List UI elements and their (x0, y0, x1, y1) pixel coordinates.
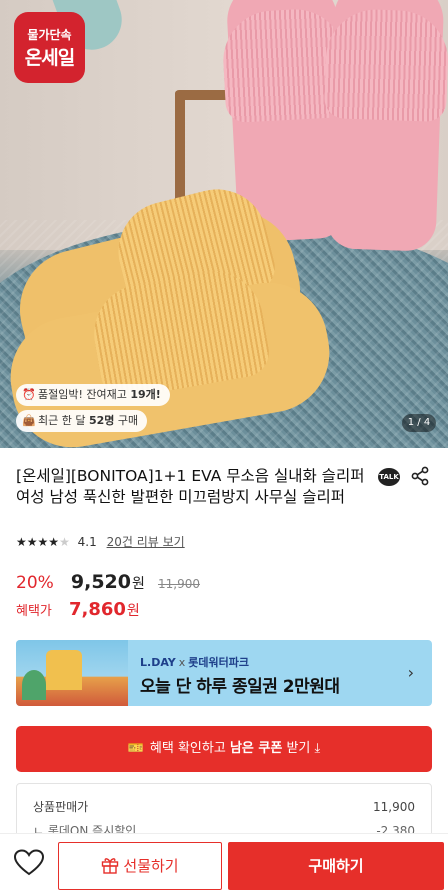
onsale-logo: 물가단속 온세일 (14, 12, 85, 83)
banner-brand: L.DAY x 롯데워터파크 (140, 654, 249, 670)
star-icon: ★ (48, 535, 60, 549)
bottom-action-bar: 선물하기 구매하기 (0, 833, 448, 893)
recent-purchase-prefix: 최근 한 달 (38, 414, 89, 427)
low-stock-count: 19개! (130, 388, 161, 401)
low-stock-text: 품절임박! 잔여재고 (38, 388, 131, 401)
breakdown-row: 상품판매가 11,900 (33, 798, 415, 816)
coupon-bold: 남은 쿠폰 (229, 741, 283, 756)
recent-purchase-suffix: 구매 (114, 414, 139, 427)
logo-title: 온세일 (24, 47, 75, 69)
share-icon[interactable] (411, 466, 429, 486)
benefit-price-unit: 원 (126, 603, 140, 619)
benefit-price-row: 혜택가 7,860원 (16, 598, 140, 622)
breakdown-label: 상품판매가 (33, 800, 89, 814)
gift-icon (102, 857, 119, 874)
rating-score: 4.1 (77, 535, 97, 549)
star-icon: ★ (26, 535, 38, 549)
low-stock-chip: ⏰ 품절임박! 잔여재고 19개! (16, 384, 170, 406)
original-price: 11,900 (157, 577, 200, 591)
star-icon: ★ (37, 535, 49, 549)
rating-row: ★★★★★ 4.1 20건 리뷰 보기 (16, 534, 185, 550)
star-icon: ★ (16, 535, 27, 549)
ticket-icon: 🎫 (127, 741, 144, 756)
coupon-suffix: 받기 ⤓ (282, 741, 321, 756)
discount-rate: 20% (16, 573, 54, 593)
image-pager: 1 / 4 (402, 414, 436, 432)
benefit-price-label: 혜택가 (16, 604, 52, 619)
shopping-bag-icon: 👜 (22, 414, 36, 427)
lday-label: L.DAY (140, 656, 176, 669)
gift-button[interactable]: 선물하기 (58, 842, 222, 890)
coupon-button[interactable]: 🎫 혜택 확인하고 남은 쿠폰 받기 ⤓ (16, 726, 432, 772)
partner-label: 롯데워터파크 (188, 656, 249, 669)
chevron-right-icon: › (407, 663, 414, 682)
pink-slipper-right (323, 0, 448, 252)
product-title: [온세일][BONITOA]1+1 EVA 무소음 실내화 슬리퍼 여성 남성 … (16, 467, 365, 506)
talk-chat-icon[interactable]: TALK (378, 468, 400, 486)
logo-subtitle: 물가단속 (27, 28, 72, 42)
banner-headline: 오늘 단 하루 종일권 2만원대 (140, 677, 340, 697)
heart-icon[interactable] (14, 849, 44, 877)
banner-x: x (178, 656, 186, 669)
product-image-carousel[interactable]: 물가단속 온세일 ⏰ 품절임박! 잔여재고 19개! 👜 최근 한 달 52명 구매… (0, 0, 448, 448)
review-link[interactable]: 20건 리뷰 보기 (107, 535, 185, 549)
star-icon: ★ (59, 535, 70, 549)
alarm-clock-icon: ⏰ (22, 388, 36, 401)
breakdown-value: 11,900 (373, 800, 415, 814)
star-rating-icon: ★★★★★ (16, 535, 70, 549)
promo-banner[interactable]: L.DAY x 롯데워터파크 오늘 단 하루 종일권 2만원대 › (16, 640, 432, 706)
sale-price: 9,520 (70, 571, 131, 593)
benefit-price: 7,860 (68, 599, 126, 620)
recent-purchase-chip: 👜 최근 한 달 52명 구매 (16, 410, 148, 432)
recent-purchase-count: 52명 (88, 414, 115, 427)
waterpark-illustration (16, 640, 128, 706)
price-row: 20% 9,520원 11,900 (16, 570, 200, 594)
coupon-prefix: 혜택 확인하고 (149, 741, 230, 756)
gift-label: 선물하기 (123, 857, 179, 875)
sale-price-unit: 원 (132, 576, 145, 592)
buy-button[interactable]: 구매하기 (228, 842, 444, 890)
